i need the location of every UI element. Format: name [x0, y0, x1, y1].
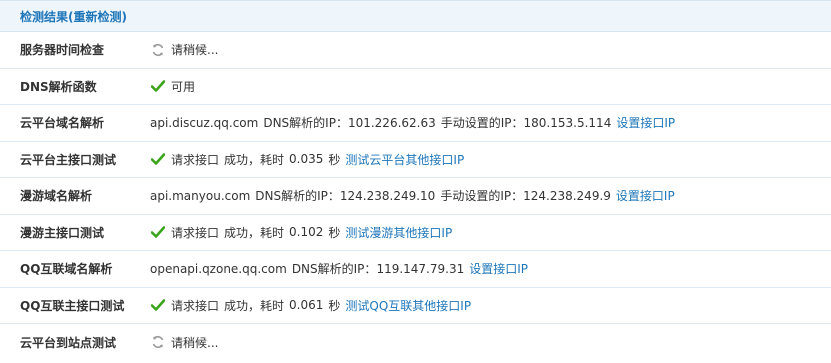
row-label: 云平台域名解析 [20, 116, 105, 131]
row-label: QQ互联主接口测试 [20, 298, 125, 313]
set-interface-ip-link[interactable]: 设置接口IP [616, 114, 675, 131]
row-label: 云平台主接口测试 [20, 152, 117, 167]
row-qq-interface-test: QQ互联主接口测试 请求接口 成功，耗时 0.061 秒 测试QQ互联其他接口I… [0, 288, 831, 324]
row-qq-domain-resolution: QQ互联域名解析 openapi.qzone.qq.com DNS解析的IP： … [0, 251, 831, 288]
test-other-interface-link[interactable]: 测试云平台其他接口IP [345, 151, 464, 168]
row-manyou-domain-resolution: 漫游域名解析 api.manyou.com DNS解析的IP： 124.238.… [0, 178, 831, 215]
time-unit: 秒 [328, 225, 341, 240]
dns-ip-value: 101.226.62.63 [347, 115, 436, 130]
row-value: 请稍候... [150, 41, 218, 58]
set-interface-ip-link[interactable]: 设置接口IP [469, 260, 528, 277]
manual-ip-label: 手动设置的IP： [440, 189, 524, 204]
time-unit: 秒 [328, 152, 341, 167]
request-text: 请求接口 [171, 298, 220, 313]
time-value: 0.061 [289, 298, 324, 313]
time-value: 0.035 [289, 152, 324, 167]
row-cloud-interface-test: 云平台主接口测试 请求接口 成功，耗时 0.035 秒 测试云平台其他接口IP [0, 142, 831, 178]
row-manyou-interface-test: 漫游主接口测试 请求接口 成功，耗时 0.102 秒 测试漫游其他接口IP [0, 215, 831, 251]
test-other-interface-link[interactable]: 测试漫游其他接口IP [345, 224, 452, 241]
check-icon [150, 224, 166, 240]
check-icon [150, 151, 166, 167]
manual-ip-value: 180.153.5.114 [523, 115, 612, 130]
row-label: 云平台到站点测试 [20, 335, 117, 350]
row-value: 请求接口 成功，耗时 0.061 秒 测试QQ互联其他接口IP [150, 297, 471, 314]
set-interface-ip-link[interactable]: 设置接口IP [616, 187, 675, 204]
check-icon [150, 78, 166, 94]
time-unit: 秒 [328, 298, 341, 313]
result-text: 成功，耗时 [224, 298, 285, 313]
detection-results-panel: 检测结果(重新检测) 服务器时间检查 请稍候... DNS解析函数 可用 云平台… [0, 0, 831, 363]
row-value: 可用 [150, 78, 195, 95]
dns-ip-value: 124.238.249.10 [339, 188, 436, 203]
row-value: 请求接口 成功，耗时 0.035 秒 测试云平台其他接口IP [150, 151, 464, 168]
row-value: openapi.qzone.qq.com DNS解析的IP： 119.147.7… [150, 260, 528, 277]
dns-ip-value: 119.147.79.31 [376, 261, 465, 276]
spinner-icon [150, 334, 166, 350]
result-text: 成功，耗时 [224, 152, 285, 167]
row-value: 请求接口 成功，耗时 0.102 秒 测试漫游其他接口IP [150, 224, 452, 241]
status-text: 请稍候... [171, 43, 219, 58]
row-value: 请稍候... [150, 334, 218, 351]
status-text: 请稍候... [171, 335, 219, 350]
manual-ip-label: 手动设置的IP： [440, 116, 524, 131]
dns-ip-label: DNS解析的IP： [255, 189, 340, 204]
request-text: 请求接口 [171, 152, 220, 167]
manual-ip-value: 124.238.249.9 [523, 188, 611, 203]
time-value: 0.102 [289, 225, 324, 240]
row-dns-function: DNS解析函数 可用 [0, 69, 831, 105]
result-text: 成功，耗时 [224, 225, 285, 240]
dns-ip-label: DNS解析的IP： [291, 262, 377, 277]
status-text: 可用 [171, 79, 196, 94]
panel-header: 检测结果(重新检测) [0, 0, 831, 32]
panel-title[interactable]: 检测结果(重新检测) [20, 10, 127, 24]
row-cloud-domain-resolution: 云平台域名解析 api.discuz.qq.com DNS解析的IP： 101.… [0, 105, 831, 142]
spinner-icon [150, 42, 166, 58]
domain-text: openapi.qzone.qq.com [150, 261, 287, 276]
row-value: api.discuz.qq.com DNS解析的IP： 101.226.62.6… [150, 114, 675, 131]
row-cloud-to-site-test: 云平台到站点测试 请稍候... [0, 324, 831, 361]
row-server-time-check: 服务器时间检查 请稍候... [0, 32, 831, 69]
row-label: DNS解析函数 [20, 79, 97, 94]
row-value: api.manyou.com DNS解析的IP： 124.238.249.10 … [150, 187, 675, 204]
row-label: 漫游域名解析 [20, 189, 93, 204]
domain-text: api.discuz.qq.com [150, 115, 259, 130]
test-other-interface-link[interactable]: 测试QQ互联其他接口IP [345, 297, 471, 314]
row-label: QQ互联域名解析 [20, 262, 113, 277]
row-label: 服务器时间检查 [20, 43, 105, 58]
row-label: 漫游主接口测试 [20, 225, 105, 240]
dns-ip-label: DNS解析的IP： [263, 116, 348, 131]
domain-text: api.manyou.com [150, 188, 251, 203]
request-text: 请求接口 [171, 225, 220, 240]
check-icon [150, 297, 166, 313]
